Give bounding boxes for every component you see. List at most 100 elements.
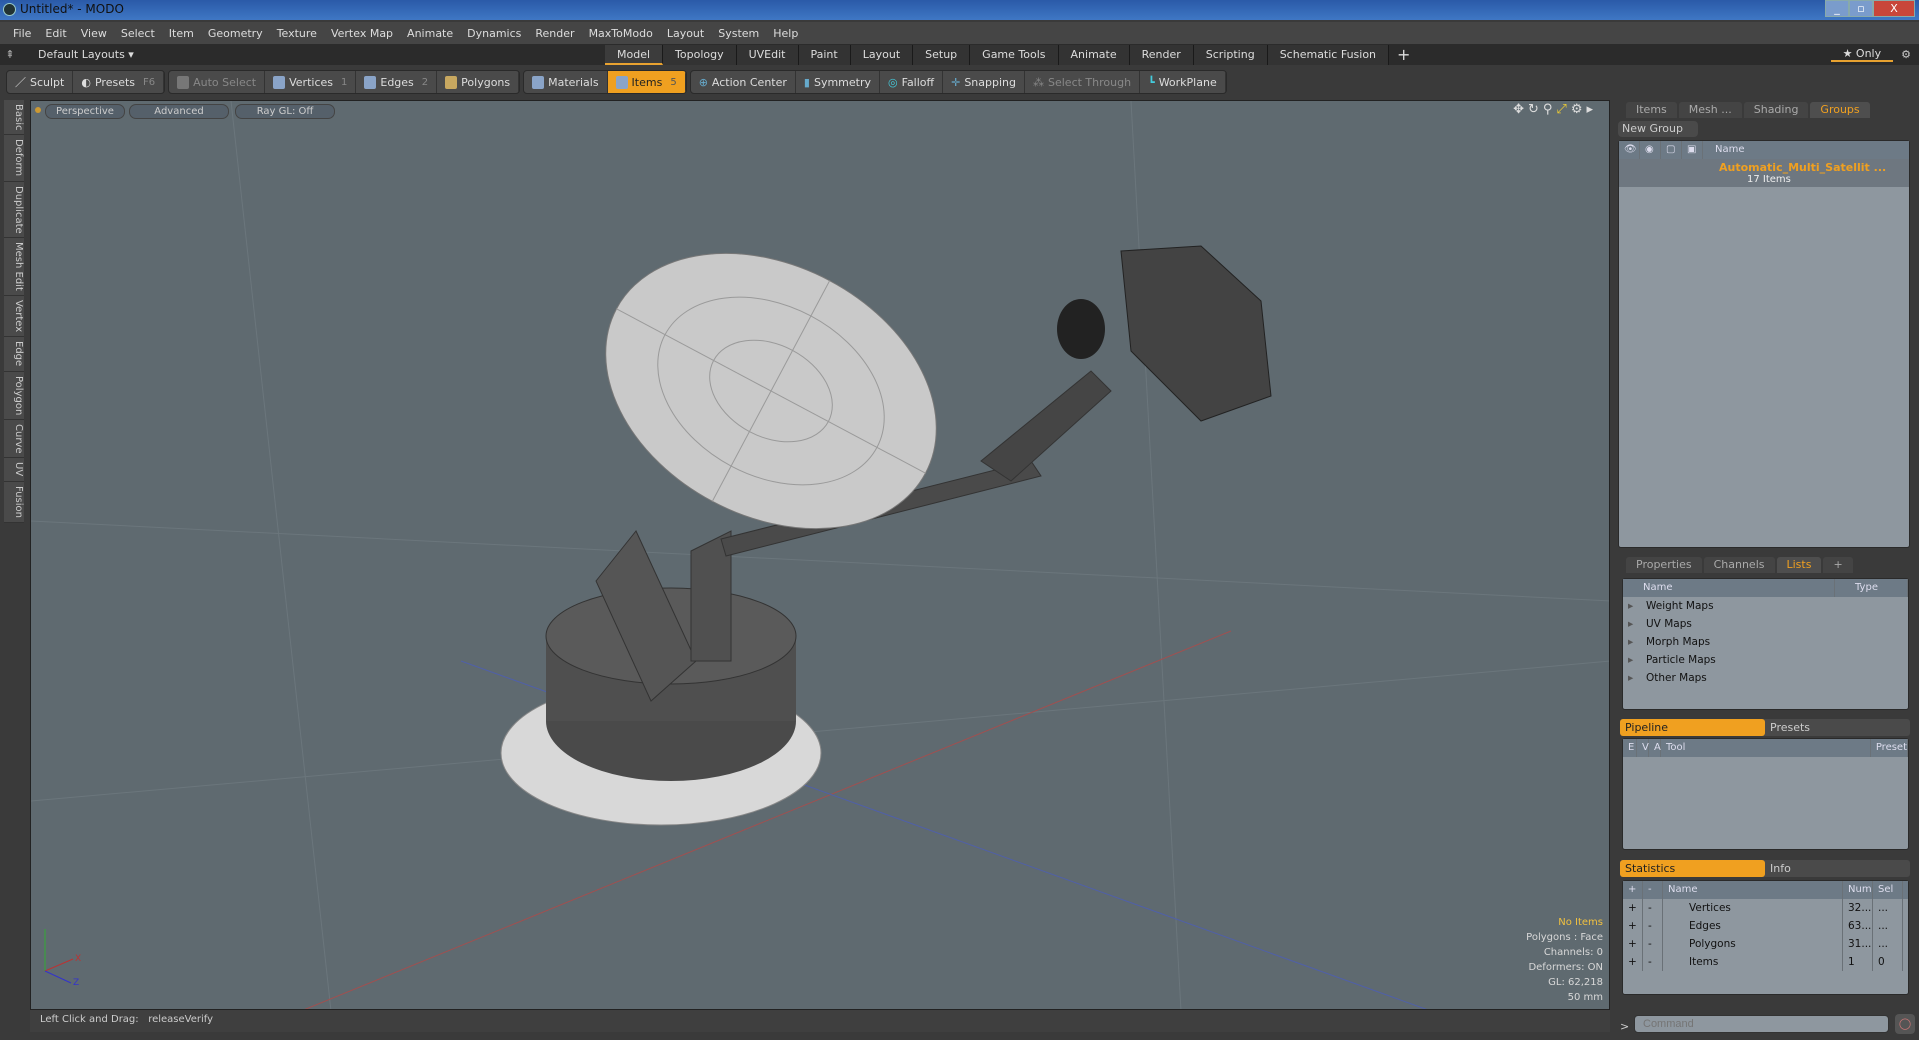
tool-tab-edge[interactable]: Edge [4, 337, 24, 372]
tool-tab-mesh-edit[interactable]: Mesh Edit [4, 238, 24, 297]
remove-button[interactable]: - [1643, 899, 1663, 917]
lists-tab-properties[interactable]: Properties [1626, 557, 1702, 573]
action-center-button[interactable]: ⊕ Action Center [691, 71, 796, 93]
presets-button[interactable]: ◐ Presets F6 [73, 71, 165, 93]
up-arrow-icon[interactable]: ⇞ [0, 48, 20, 61]
lock-icon[interactable]: ▢ [1661, 141, 1682, 159]
menu-file[interactable]: File [6, 27, 38, 40]
menu-animate[interactable]: Animate [400, 27, 460, 40]
tool-tab-deform[interactable]: Deform [4, 135, 24, 182]
layout-selector[interactable]: Default Layouts ▾ [20, 48, 605, 61]
close-button[interactable]: X [1873, 0, 1915, 17]
list-item[interactable]: ▸ UV Maps [1623, 615, 1908, 633]
layout-tab-topology[interactable]: Topology [663, 44, 737, 65]
list-item[interactable]: ▸ Morph Maps [1623, 633, 1908, 651]
pipeline-tab-presets[interactable]: Presets [1765, 719, 1910, 736]
restore-button[interactable]: ▫ [1849, 0, 1873, 17]
menu-geometry[interactable]: Geometry [201, 27, 270, 40]
new-group-button[interactable]: New Group [1618, 121, 1698, 137]
layout-tab-uvedit[interactable]: UVEdit [736, 44, 799, 65]
remove-button[interactable]: - [1643, 953, 1663, 971]
add-layout-button[interactable]: + [1397, 45, 1410, 64]
groups-tab-2[interactable]: Shading [1743, 102, 1809, 118]
tool-tab-duplicate[interactable]: Duplicate [4, 181, 24, 239]
groups-tab-0[interactable]: Items [1626, 102, 1677, 118]
list-item[interactable]: ▸ Weight Maps [1623, 597, 1908, 615]
pipeline-tab-pipeline[interactable]: Pipeline [1620, 719, 1765, 736]
groups-tab-1[interactable]: Mesh ... [1678, 102, 1742, 118]
settings-gear-icon[interactable]: ⚙ [1893, 48, 1919, 61]
expand-arrow-icon[interactable]: ▸ [1623, 651, 1641, 669]
add-button[interactable]: + [1623, 899, 1643, 917]
layout-tab-game-tools[interactable]: Game Tools [970, 44, 1059, 65]
add-button[interactable]: + [1623, 917, 1643, 935]
tool-tab-basic[interactable]: Basic [4, 100, 24, 136]
layout-tab-layout[interactable]: Layout [850, 44, 914, 65]
modo-logo-icon [3, 3, 16, 16]
tool-tab-fusion[interactable]: Fusion [4, 481, 24, 523]
tool-tab-curve[interactable]: Curve [4, 419, 24, 459]
edges-button[interactable]: Edges 2 [356, 71, 438, 93]
add-tab-button[interactable]: + [1823, 557, 1853, 573]
layout-tab-paint[interactable]: Paint [798, 44, 851, 65]
menu-vertex-map[interactable]: Vertex Map [324, 27, 400, 40]
record-icon[interactable]: ◯ [1895, 1014, 1915, 1034]
menu-texture[interactable]: Texture [270, 27, 324, 40]
workplane-button[interactable]: ┗ WorkPlane [1140, 71, 1226, 93]
statistics-tab-statistics[interactable]: Statistics [1620, 860, 1765, 877]
menu-render[interactable]: Render [528, 27, 581, 40]
materials-button[interactable]: Materials [524, 71, 608, 93]
snapping-button[interactable]: ✛ Snapping [943, 71, 1025, 93]
expand-arrow-icon[interactable]: ▸ [1623, 615, 1641, 633]
falloff-button[interactable]: ◎ Falloff [880, 71, 944, 93]
add-button[interactable]: + [1623, 935, 1643, 953]
menu-dynamics[interactable]: Dynamics [460, 27, 528, 40]
layout-tab-setup[interactable]: Setup [913, 44, 971, 65]
render-camera-icon[interactable]: ◉ [1640, 141, 1661, 159]
layout-tab-animate[interactable]: Animate [1058, 44, 1130, 65]
menu-view[interactable]: View [74, 27, 114, 40]
select-icon[interactable]: ▣ [1682, 141, 1703, 159]
layout-tab-scripting[interactable]: Scripting [1193, 44, 1268, 65]
lists-tab-channels[interactable]: Channels [1703, 557, 1775, 573]
sculpt-button[interactable]: ／ Sculpt [7, 71, 74, 93]
menu-select[interactable]: Select [114, 27, 162, 40]
tool-tab-vertex[interactable]: Vertex [4, 296, 24, 338]
visibility-eye-icon[interactable]: 👁 [1619, 141, 1640, 159]
menu-help[interactable]: Help [766, 27, 805, 40]
only-toggle[interactable]: ★ Only [1830, 47, 1894, 62]
layout-tab-schematic-fusion[interactable]: Schematic Fusion [1267, 44, 1390, 65]
polygons-button[interactable]: Polygons [437, 71, 520, 93]
menu-layout[interactable]: Layout [660, 27, 711, 40]
groups-tab-3[interactable]: Groups [1810, 102, 1870, 118]
stats-name: Vertices [1663, 899, 1843, 917]
menu-maxtomodo[interactable]: MaxToModo [582, 27, 660, 40]
polygons-icon [445, 75, 458, 89]
remove-button[interactable]: - [1643, 935, 1663, 953]
statistics-tab-info[interactable]: Info [1765, 860, 1910, 877]
layout-tab-model[interactable]: Model [605, 44, 664, 65]
expand-arrow-icon[interactable]: ▸ [1623, 597, 1641, 615]
list-item[interactable]: ▸ Particle Maps [1623, 651, 1908, 669]
menu-item[interactable]: Item [162, 27, 201, 40]
remove-button[interactable]: - [1643, 917, 1663, 935]
tool-tab-uv[interactable]: UV [4, 458, 24, 482]
select-through-button[interactable]: ⁂ Select Through [1025, 71, 1141, 93]
layout-tab-render[interactable]: Render [1129, 44, 1194, 65]
symmetry-button[interactable]: ▮ Symmetry [796, 71, 881, 93]
auto-select-button[interactable]: Auto Select [169, 71, 266, 93]
group-row[interactable]: Automatic_Multi_Satellit ... 17 Items [1619, 159, 1909, 187]
items-button[interactable]: Items 5 [607, 71, 686, 93]
expand-arrow-icon[interactable]: ▸ [1623, 633, 1641, 651]
expand-arrow-icon[interactable]: ▸ [1623, 669, 1641, 687]
menu-edit[interactable]: Edit [38, 27, 73, 40]
lists-tab-lists[interactable]: Lists [1776, 557, 1822, 573]
menu-system[interactable]: System [711, 27, 766, 40]
command-input[interactable] [1634, 1015, 1889, 1033]
minimize-button[interactable]: _ [1825, 0, 1849, 17]
add-button[interactable]: + [1623, 953, 1643, 971]
3d-viewport[interactable]: Perspective Advanced Ray GL: Off ✥↻⚲⤢⚙▸ [30, 100, 1610, 1010]
list-item[interactable]: ▸ Other Maps [1623, 669, 1908, 687]
vertices-button[interactable]: Vertices 1 [265, 71, 357, 93]
tool-tab-polygon[interactable]: Polygon [4, 371, 24, 420]
